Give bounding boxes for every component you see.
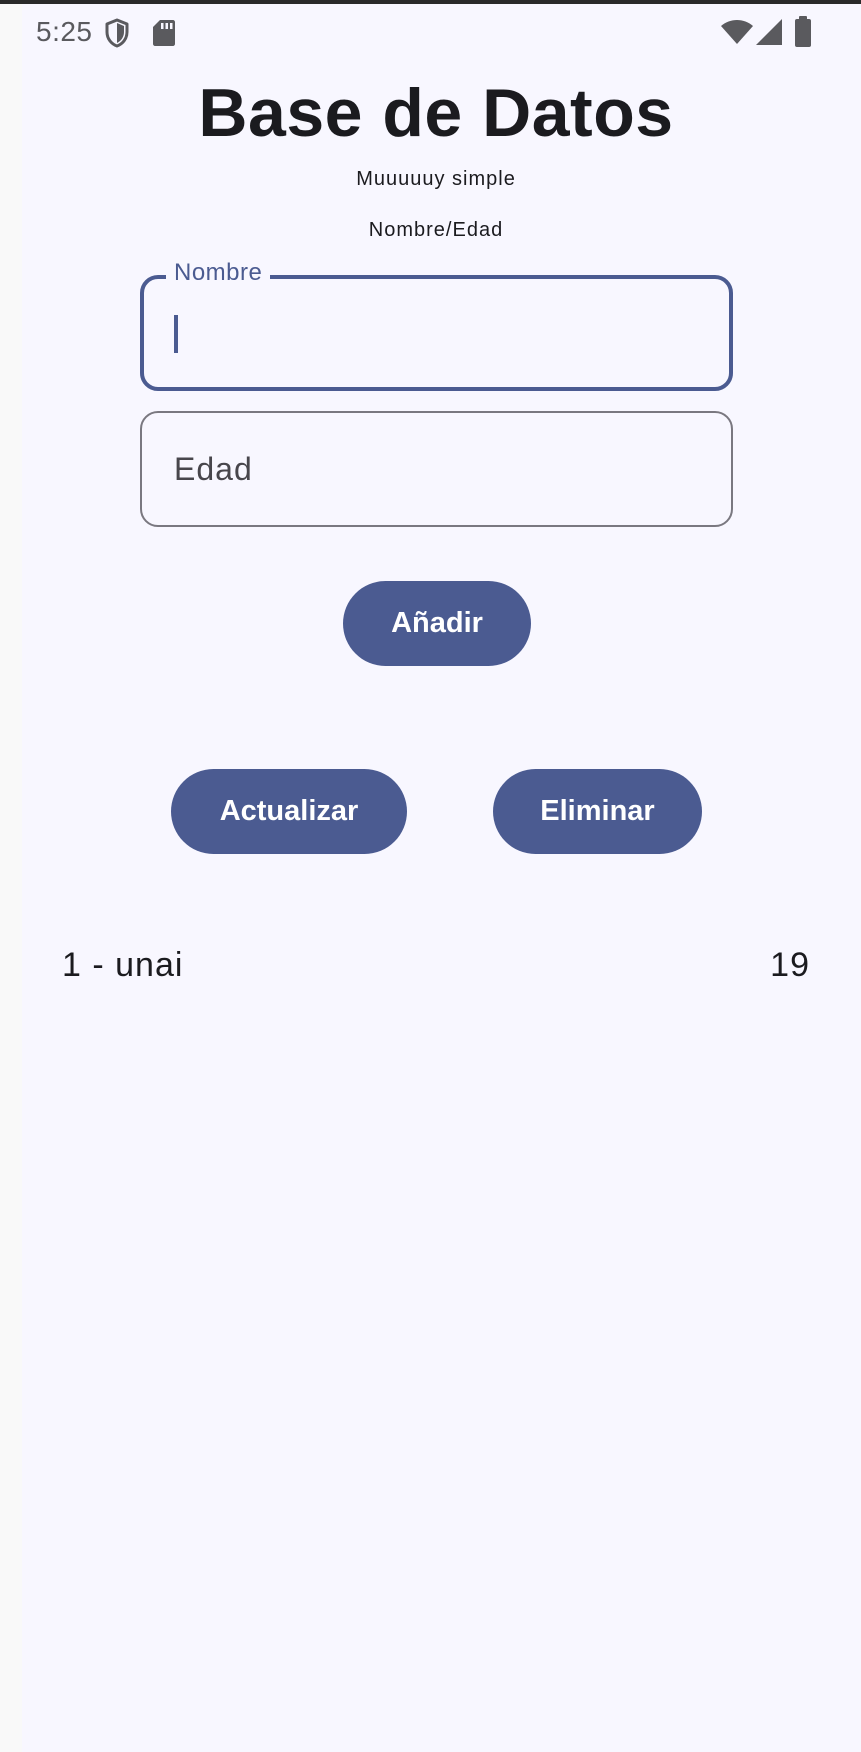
- edad-field[interactable]: [140, 411, 733, 527]
- add-button[interactable]: Añadir: [343, 581, 531, 666]
- record-age: 19: [770, 946, 810, 984]
- shield-icon: [105, 18, 129, 48]
- page-title: Base de Datos: [198, 75, 674, 151]
- wifi-icon: [721, 20, 753, 44]
- sd-card-icon: [153, 20, 175, 46]
- list-item[interactable]: 1 - unai 19: [62, 946, 810, 996]
- edad-input[interactable]: [174, 413, 694, 525]
- text-cursor: [174, 315, 178, 353]
- nombre-field[interactable]: Nombre: [140, 259, 733, 391]
- fields-hint: Nombre/Edad: [368, 219, 504, 241]
- delete-button[interactable]: Eliminar: [493, 769, 702, 854]
- record-label: 1 - unai: [62, 946, 184, 984]
- status-time: 5:25: [36, 16, 93, 47]
- app-surface: [22, 4, 861, 1752]
- page-subtitle: Muuuuuy simple: [356, 168, 516, 190]
- battery-icon: [795, 16, 811, 47]
- signal-icon: [756, 19, 782, 45]
- update-button[interactable]: Actualizar: [171, 769, 407, 854]
- nombre-input[interactable]: [174, 279, 694, 387]
- status-bar: 5:25: [0, 4, 861, 52]
- record-list: 1 - unai 19: [62, 946, 810, 996]
